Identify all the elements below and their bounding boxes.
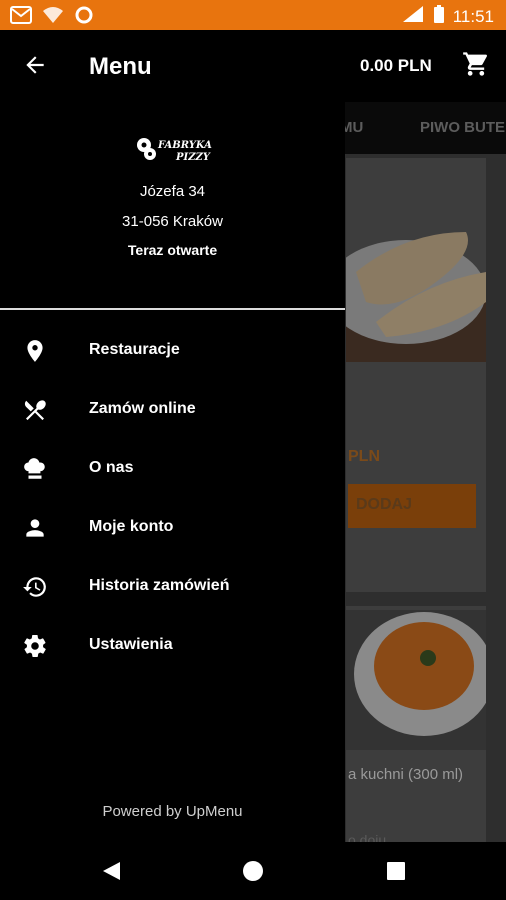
circle-app-icon	[74, 5, 94, 30]
drawer-item-ustawienia[interactable]: Ustawienia	[0, 621, 345, 671]
drawer-item-o-nas[interactable]: O nas	[0, 444, 345, 494]
soup-image	[346, 610, 486, 750]
person-icon	[22, 515, 48, 541]
svg-text:FABRYKA: FABRYKA	[157, 140, 212, 151]
calzone-image	[346, 232, 486, 362]
drawer-item-label: Restauracje	[89, 341, 180, 358]
add-button-label: DODAJ	[356, 496, 413, 513]
tab-category-2[interactable]: PIWO BUTE	[420, 119, 505, 136]
cart-total[interactable]: 0.00 PLN	[360, 56, 432, 76]
battery-icon	[433, 4, 445, 29]
navigation-drawer: Menu FABRYKA PIZZY Józefa 34 31-056 Krak…	[0, 30, 345, 842]
shopping-cart-icon[interactable]	[462, 50, 490, 83]
chef-hat-icon	[22, 456, 48, 482]
nav-recents-icon[interactable]	[386, 861, 406, 886]
system-navigation-bar	[0, 842, 506, 900]
product-card[interactable]: PLN DODAJ	[346, 158, 486, 592]
history-icon	[22, 574, 48, 600]
svg-text:PIZZY: PIZZY	[175, 152, 211, 163]
gmail-icon	[10, 6, 32, 29]
restaurant-city: 31-056 Kraków	[122, 213, 223, 230]
status-time: 11:51	[452, 6, 494, 26]
wifi-question-icon	[42, 6, 64, 29]
nav-back-icon[interactable]	[100, 860, 122, 887]
status-bar: 11:51	[0, 0, 506, 30]
fork-knife-icon	[22, 397, 48, 423]
drawer-item-restauracje[interactable]: Restauracje	[0, 326, 345, 376]
drawer-item-label: Ustawienia	[89, 636, 173, 653]
drawer-item-zamow-online[interactable]: Zamów online	[0, 385, 345, 435]
nav-home-icon[interactable]	[242, 860, 264, 887]
add-to-cart-button[interactable]: DODAJ	[348, 484, 476, 528]
restaurant-logo: FABRYKA PIZZY	[136, 136, 212, 171]
drawer-item-label: Moje konto	[89, 518, 174, 535]
drawer-item-label: O nas	[89, 459, 134, 476]
powered-by-label: Powered by UpMenu	[102, 803, 243, 820]
drawer-divider	[0, 308, 345, 310]
opening-status: Teraz otwarte	[127, 242, 218, 258]
back-arrow-icon[interactable]	[22, 52, 48, 83]
restaurant-street: Józefa 34	[139, 183, 206, 200]
signal-icon	[401, 4, 425, 29]
gear-icon	[22, 633, 48, 659]
location-pin-icon	[22, 338, 48, 364]
drawer-item-label: Zamów online	[89, 400, 196, 417]
drawer-item-label: Historia zamówień	[89, 577, 230, 594]
drawer-item-historia-zamowien[interactable]: Historia zamówień	[0, 562, 345, 612]
price-label: PLN	[348, 448, 380, 465]
product-card[interactable]: a kuchni (300 ml) o doju	[346, 606, 486, 848]
drawer-item-moje-konto[interactable]: Moje konto	[0, 503, 345, 553]
product-title: a kuchni (300 ml)	[348, 766, 464, 783]
drawer-title: Menu	[89, 53, 152, 80]
